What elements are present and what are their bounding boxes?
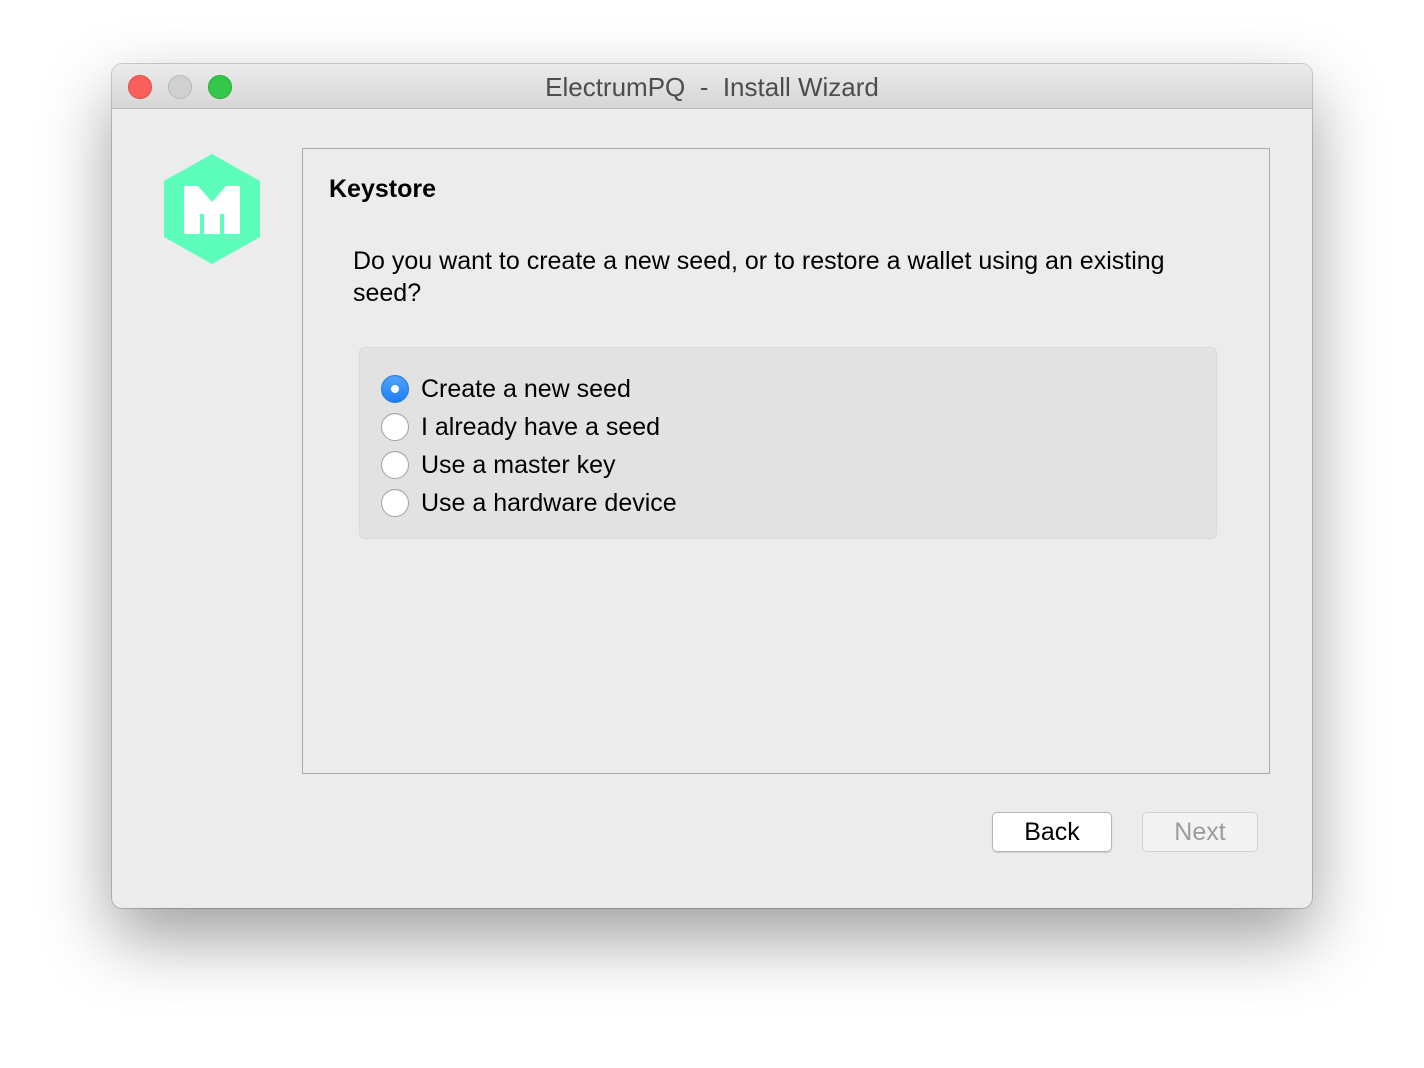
electrumpq-logo-icon — [162, 152, 262, 266]
wizard-panel: Keystore Do you want to create a new see… — [302, 148, 1270, 774]
radio-selected-dot — [391, 385, 399, 393]
window-title: ElectrumPQ - Install Wizard — [545, 72, 879, 102]
option-label: Use a hardware device — [421, 488, 677, 517]
wizard-question: Do you want to create a new seed, or to … — [353, 247, 1165, 307]
install-wizard-window: ElectrumPQ - Install Wizard Keystore Do … — [112, 64, 1312, 908]
radio-use-hardware-device[interactable] — [381, 489, 409, 517]
option-label: Create a new seed — [421, 374, 631, 403]
option-already-have-seed[interactable]: I already have a seed — [381, 410, 660, 444]
radio-already-have-seed[interactable] — [381, 413, 409, 441]
back-button[interactable]: Back — [992, 812, 1112, 852]
seed-options-group: Create a new seed I already have a seed … — [359, 347, 1217, 539]
option-label: I already have a seed — [421, 412, 661, 441]
option-label: Use a master key — [421, 450, 616, 479]
title-bar[interactable]: ElectrumPQ - Install Wizard — [112, 64, 1312, 109]
radio-create-new-seed[interactable] — [381, 375, 409, 403]
option-use-hardware-device[interactable]: Use a hardware device — [381, 486, 677, 520]
next-button[interactable]: Next — [1142, 812, 1258, 852]
radio-use-master-key[interactable] — [381, 451, 409, 479]
page-heading: Keystore — [329, 175, 436, 203]
option-create-new-seed[interactable]: Create a new seed — [381, 372, 631, 406]
option-use-master-key[interactable]: Use a master key — [381, 448, 616, 482]
